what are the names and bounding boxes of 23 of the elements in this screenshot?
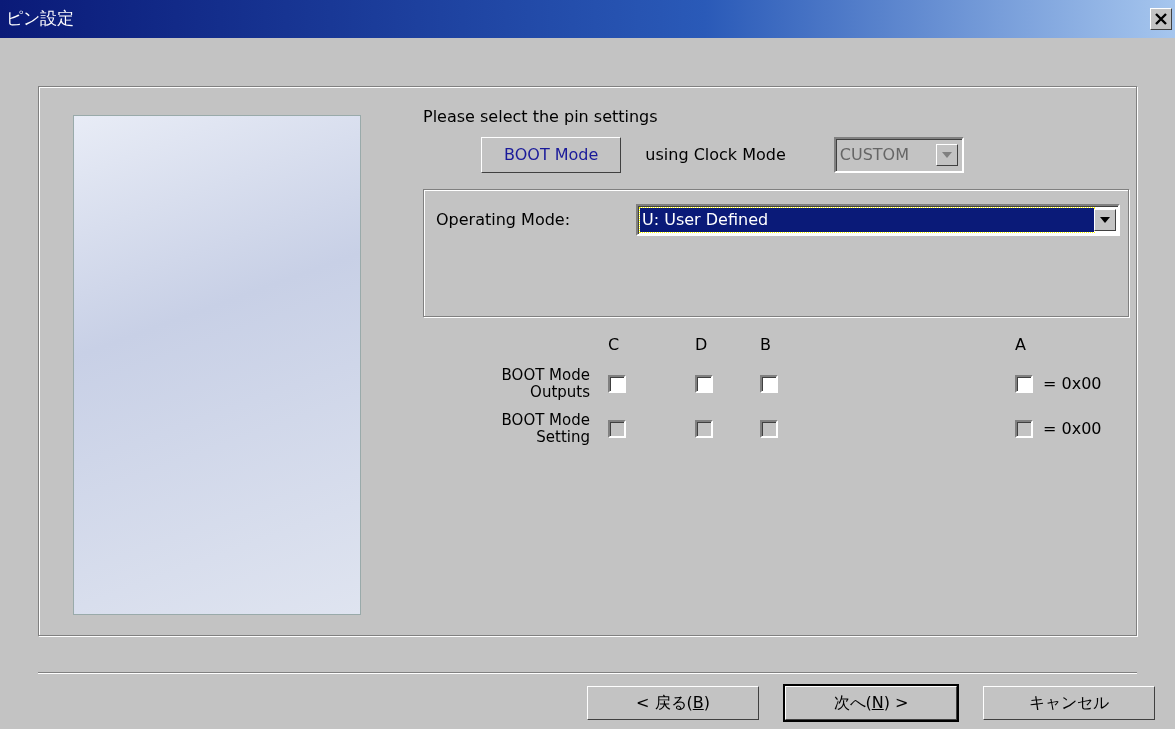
window-title: ピン設定 bbox=[6, 7, 74, 31]
clock-mode-label: using Clock Mode bbox=[645, 144, 786, 166]
wizard-button[interactable]: 次へ(N) > bbox=[785, 686, 957, 720]
operating-mode-label: Operating Mode: bbox=[436, 209, 572, 231]
row-label: BOOT Mode Outputs bbox=[500, 367, 591, 402]
column-header: A bbox=[1015, 334, 1027, 356]
row-label: BOOT Mode Setting bbox=[500, 411, 591, 446]
hex-value: = 0x00 bbox=[1043, 417, 1103, 440]
checkbox[interactable] bbox=[608, 375, 626, 394]
hex-value: = 0x00 bbox=[1043, 373, 1103, 396]
close-icon bbox=[1155, 13, 1167, 25]
checkbox[interactable] bbox=[760, 375, 778, 394]
close-button[interactable] bbox=[1150, 8, 1172, 30]
column-header: C bbox=[608, 334, 621, 356]
operating-mode-dropdown[interactable]: U: User Defined bbox=[636, 204, 1120, 236]
boot-mode-button[interactable]: BOOT Mode bbox=[481, 137, 622, 173]
checkbox[interactable] bbox=[695, 375, 713, 394]
wizard-button[interactable]: < 戻る(B) bbox=[587, 686, 759, 720]
column-header: D bbox=[695, 334, 709, 356]
column-header: B bbox=[760, 334, 772, 356]
checkbox[interactable] bbox=[1015, 375, 1033, 394]
instruction-text: Please select the pin settings bbox=[423, 106, 659, 128]
wizard-button[interactable]: キャンセル bbox=[983, 686, 1155, 720]
